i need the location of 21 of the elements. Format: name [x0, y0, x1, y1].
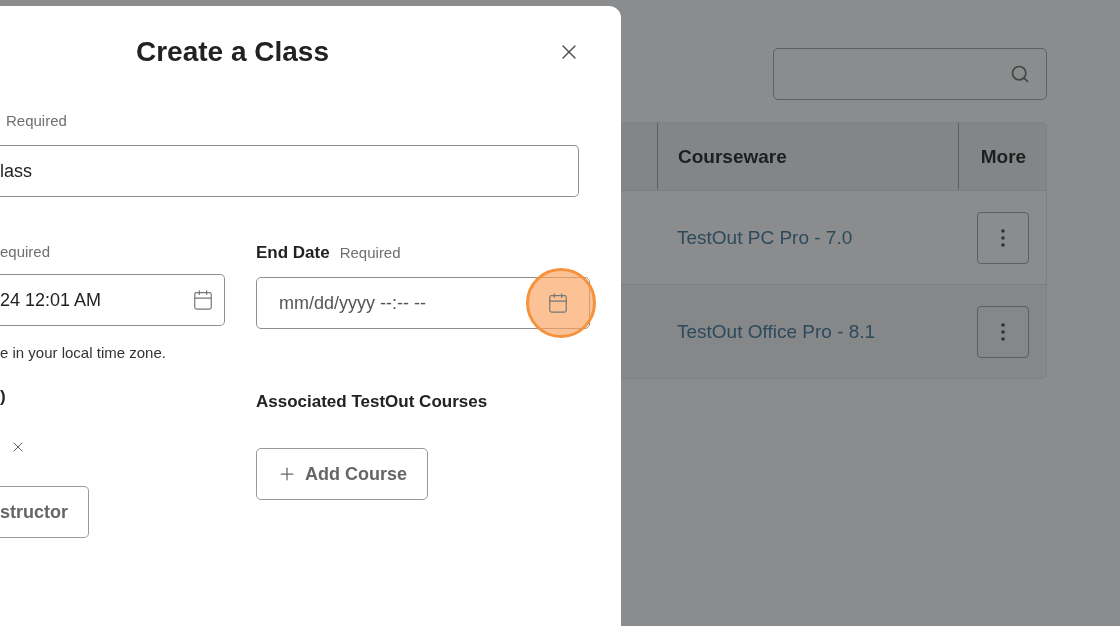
class-name-field[interactable]: lass: [0, 145, 579, 197]
calendar-icon[interactable]: [547, 292, 569, 314]
timezone-hint: e in your local time zone.: [0, 344, 167, 361]
courses-label: Associated TestOut Courses: [256, 392, 488, 412]
more-button[interactable]: [977, 305, 1029, 358]
required-label: Required: [339, 244, 401, 261]
start-date-field[interactable]: 24 12:01 AM: [0, 274, 225, 326]
kebab-icon: [1001, 322, 1005, 341]
calendar-icon[interactable]: [192, 289, 214, 311]
search-field[interactable]: [773, 48, 1047, 100]
add-instructor-button[interactable]: structor: [0, 486, 89, 538]
kebab-icon: [1001, 228, 1005, 247]
required-label: Required: [6, 112, 67, 129]
end-date-field[interactable]: mm/dd/yyyy --:-- --: [256, 277, 590, 329]
more-button[interactable]: [977, 211, 1029, 264]
search-icon: [1010, 64, 1030, 84]
end-date-label: End Date: [256, 243, 330, 263]
dialog-title: Create a Class: [136, 36, 330, 68]
required-label: equired: [0, 243, 51, 260]
instructors-label: ): [0, 387, 6, 407]
add-course-button[interactable]: Add Course: [256, 448, 428, 500]
